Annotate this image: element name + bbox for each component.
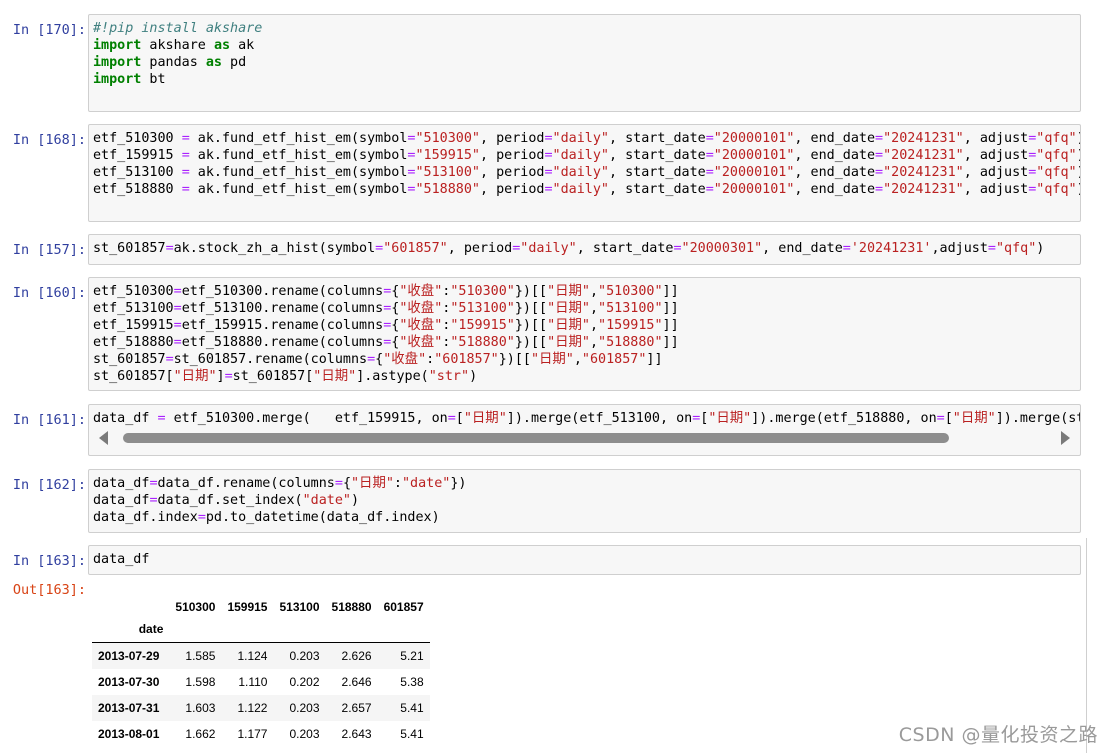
column-header: 513100 bbox=[279, 600, 320, 614]
table-cell: 0.203 bbox=[289, 701, 320, 715]
code-text: data_df=data_df.rename(columns={"日期":"da… bbox=[93, 476, 467, 525]
table-cell: 1.124 bbox=[237, 649, 268, 663]
table-cell: 0.203 bbox=[289, 727, 320, 741]
code-text: etf_510300=etf_510300.rename(columns={"收… bbox=[93, 284, 679, 384]
code-text: #!pip install akshare import akshare as … bbox=[93, 21, 263, 87]
index-name: date bbox=[138, 622, 164, 636]
code-input[interactable]: data_df bbox=[88, 545, 1081, 575]
output-prompt: Out[163]: bbox=[12, 582, 86, 598]
code-text: st_601857=ak.stock_zh_a_hist(symbol="601… bbox=[93, 241, 1045, 256]
cell-prompt: In [168]: bbox=[12, 132, 86, 148]
cell-prompt: In [163]: bbox=[12, 553, 86, 569]
code-input[interactable]: data_df=data_df.rename(columns={"日期":"da… bbox=[88, 469, 1081, 533]
code-input[interactable]: etf_510300 = ak.fund_etf_hist_em(symbol=… bbox=[88, 124, 1081, 222]
cell-prompt: In [162]: bbox=[12, 477, 86, 493]
row-index: 2013-08-01 bbox=[98, 727, 160, 741]
table-cell: 5.38 bbox=[400, 675, 424, 689]
table-cell: 5.41 bbox=[400, 727, 424, 741]
horizontal-scrollbar[interactable] bbox=[89, 427, 1080, 449]
code-text: etf_510300 = ak.fund_etf_hist_em(symbol=… bbox=[93, 131, 1080, 197]
table-cell: 2.626 bbox=[341, 649, 372, 663]
table-row: 2013-07-31 1.603 1.122 0.203 2.657 5.41 bbox=[92, 695, 430, 721]
column-header-row: 510300 159915 513100 518880 601857 bbox=[92, 598, 430, 616]
dataframe-output: 510300 159915 513100 518880 601857 date … bbox=[92, 598, 430, 747]
table-cell: 1.110 bbox=[238, 675, 268, 689]
column-header: 518880 bbox=[331, 600, 372, 614]
table-cell: 2.643 bbox=[341, 727, 372, 741]
code-text: data_df bbox=[93, 552, 150, 567]
table-row: 2013-07-29 1.585 1.124 0.203 2.626 5.21 bbox=[92, 642, 430, 669]
scrollbar-thumb[interactable] bbox=[123, 433, 949, 443]
column-header: 159915 bbox=[227, 600, 268, 614]
column-header: 510300 bbox=[175, 600, 216, 614]
table-cell: 0.202 bbox=[289, 675, 320, 689]
scroll-left-arrow-icon[interactable] bbox=[99, 431, 108, 445]
cell-prompt: In [170]: bbox=[12, 22, 86, 38]
column-header: 601857 bbox=[383, 600, 424, 614]
code-input[interactable]: #!pip install akshare import akshare as … bbox=[88, 14, 1081, 112]
code-input[interactable]: data_df = etf_510300.merge( etf_159915, … bbox=[88, 404, 1081, 456]
table-cell: 5.21 bbox=[400, 649, 424, 663]
csdn-watermark: CSDN @量化投资之路 bbox=[898, 724, 1098, 746]
row-index: 2013-07-30 bbox=[98, 675, 160, 689]
cell-prompt: In [160]: bbox=[12, 285, 86, 301]
table-cell: 1.585 bbox=[185, 649, 216, 663]
table-cell: 1.598 bbox=[185, 675, 216, 689]
table-cell: 1.662 bbox=[185, 727, 216, 741]
code-input[interactable]: st_601857=ak.stock_zh_a_hist(symbol="601… bbox=[88, 234, 1081, 265]
table-cell: 5.41 bbox=[400, 701, 424, 715]
corner-header bbox=[92, 598, 169, 616]
scroll-right-arrow-icon[interactable] bbox=[1061, 431, 1070, 445]
table-cell: 1.177 bbox=[237, 727, 268, 741]
table-row: 2013-07-30 1.598 1.110 0.202 2.646 5.38 bbox=[92, 669, 430, 695]
cell-prompt: In [157]: bbox=[12, 242, 86, 258]
table-cell: 0.203 bbox=[289, 649, 320, 663]
table-row: 2013-08-01 1.662 1.177 0.203 2.643 5.41 bbox=[92, 721, 430, 747]
table-cell: 2.646 bbox=[341, 675, 372, 689]
table-cell: 1.603 bbox=[185, 701, 216, 715]
row-index: 2013-07-29 bbox=[98, 649, 160, 663]
code-input[interactable]: etf_510300=etf_510300.rename(columns={"收… bbox=[88, 277, 1081, 391]
table-cell: 2.657 bbox=[341, 701, 372, 715]
index-header-row: date bbox=[92, 616, 430, 643]
cell-prompt: In [161]: bbox=[12, 412, 86, 428]
row-index: 2013-07-31 bbox=[98, 701, 160, 715]
table-cell: 1.122 bbox=[237, 701, 268, 715]
